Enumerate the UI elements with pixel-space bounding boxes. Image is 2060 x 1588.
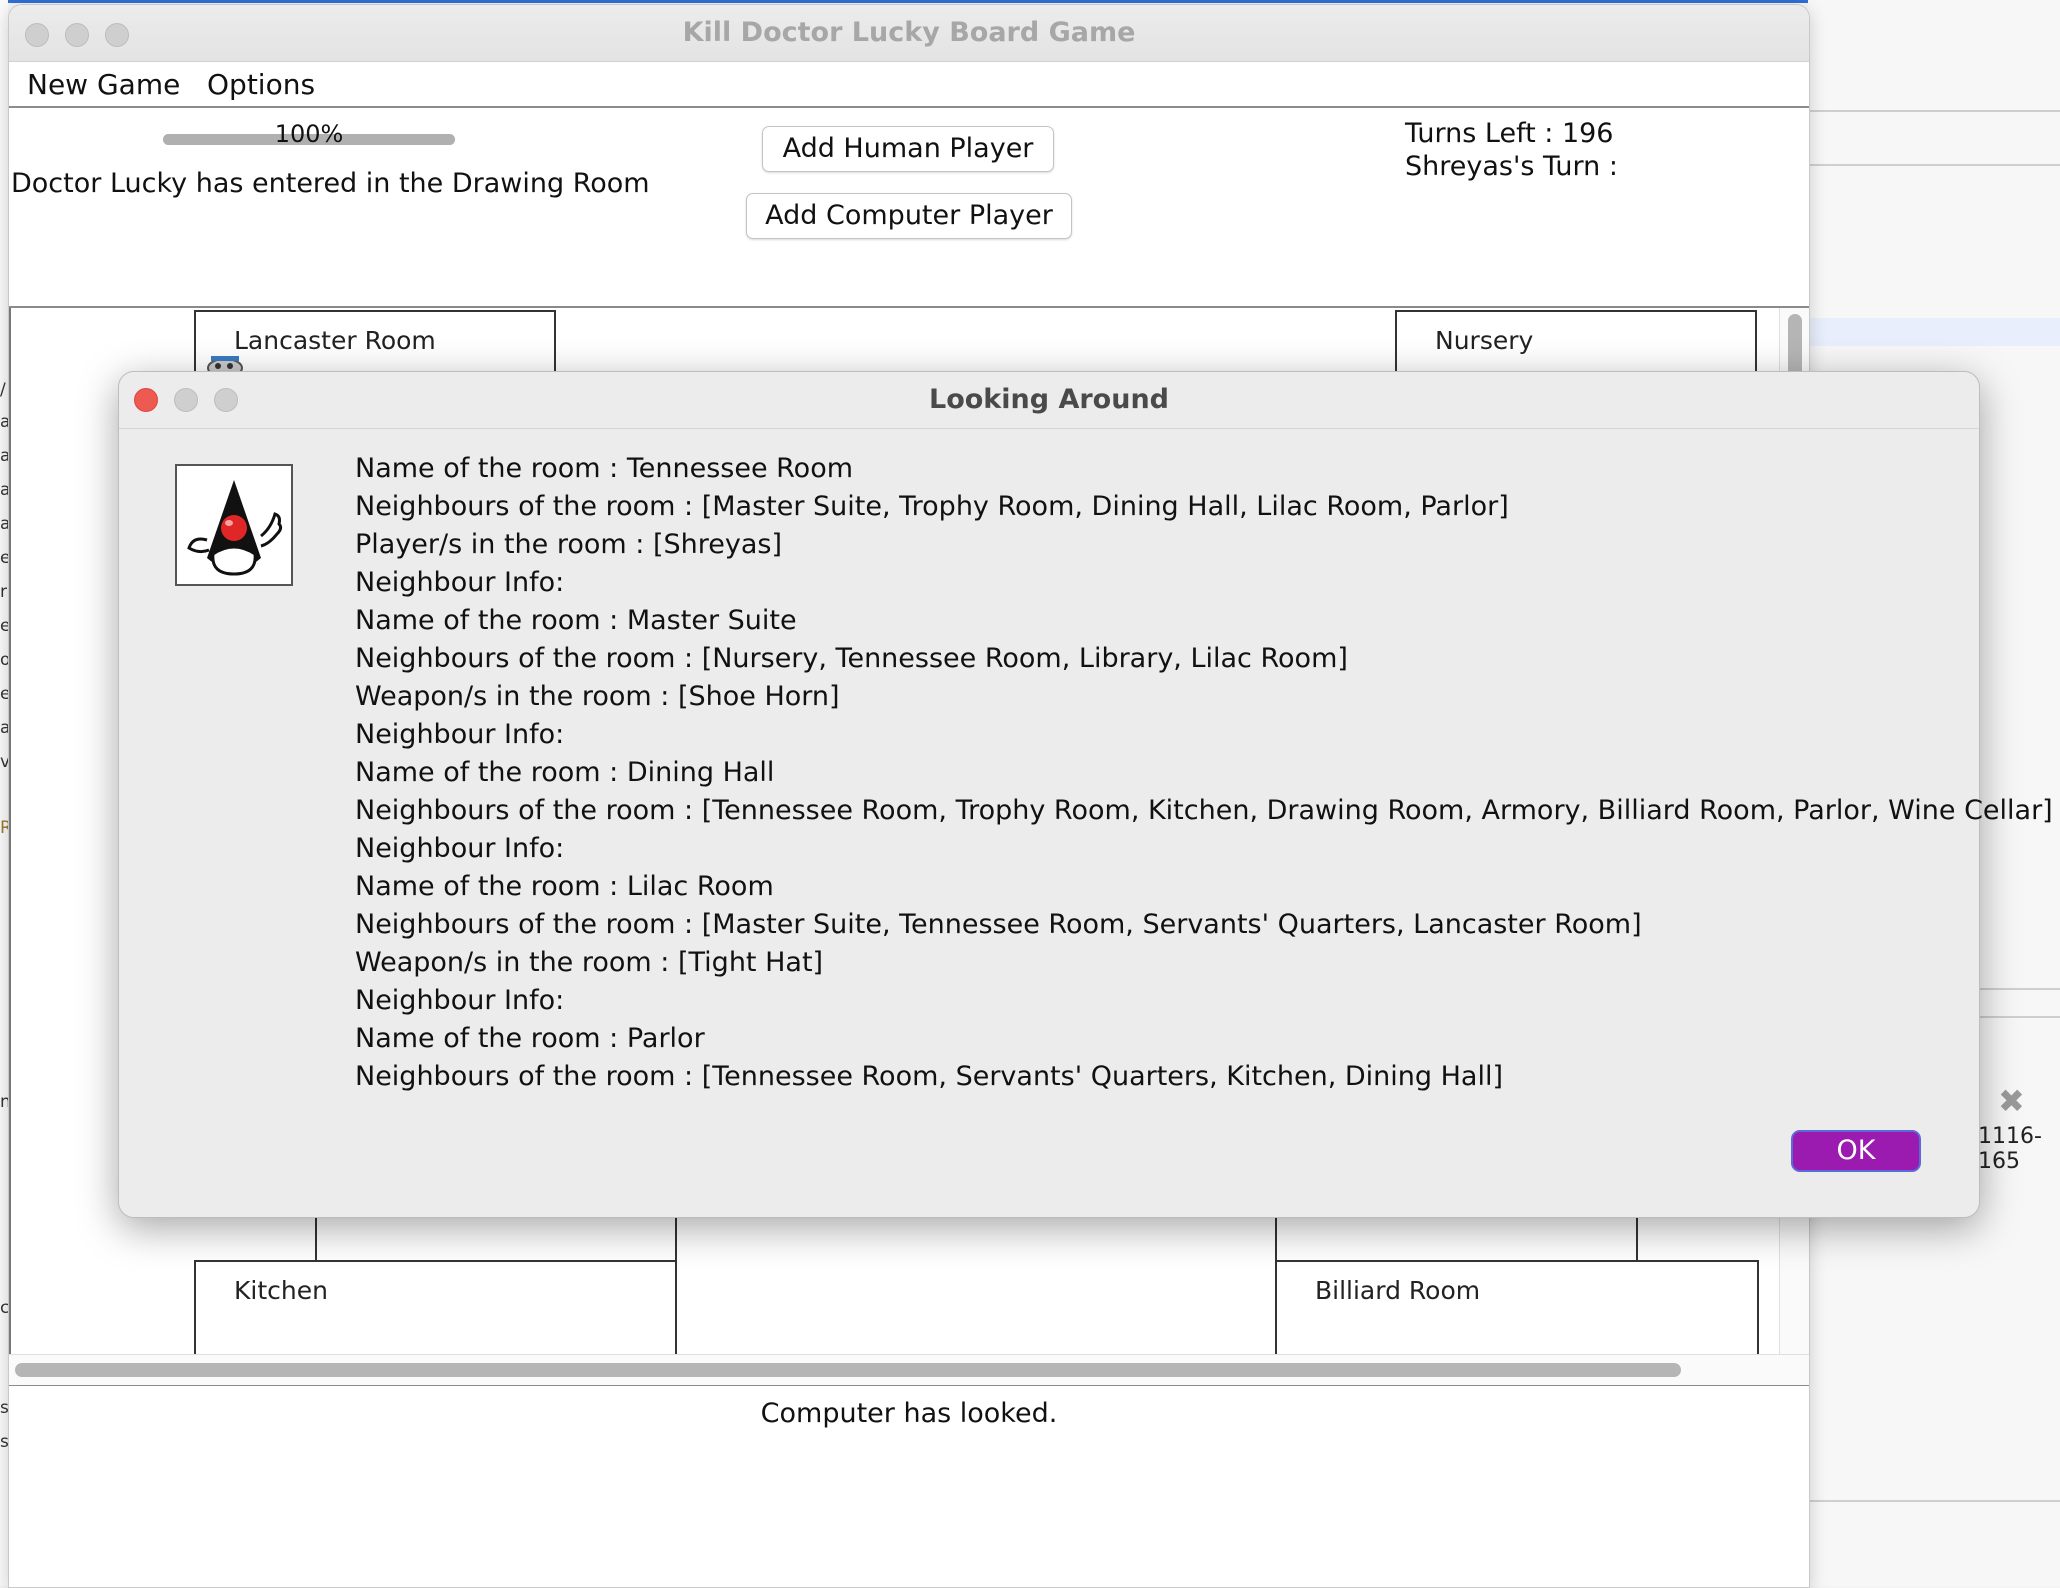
dialog-titlebar: Looking Around [119,372,1979,429]
dialog-line: Neighbour Info: [355,719,565,750]
room-label: Billiard Room [1315,1276,1481,1305]
dialog-line: Name of the room : Dining Hall [355,757,775,788]
java-duke-icon [175,464,293,586]
dialog-line: Name of the room : Lilac Room [355,871,774,902]
window-title: Kill Doctor Lucky Board Game [682,17,1136,48]
dialog-line: Neighbour Info: [355,833,565,864]
dialog-line: Weapon/s in the room : [Tight Hat] [355,947,824,978]
dialog-line: Neighbour Info: [355,567,565,598]
desktop-accent-bar [0,0,2060,3]
background-partial-text: 1116-165 [1978,1124,2042,1174]
menu-options[interactable]: Options [207,68,315,101]
dialog-line: Weapon/s in the room : [Shoe Horn] [355,681,840,712]
menu-new-game[interactable]: New Game [27,68,180,101]
dialog-line: Neighbour Info: [355,985,565,1016]
dialog-title: Looking Around [929,384,1169,415]
horizontal-scroll-thumb[interactable] [15,1363,1681,1377]
add-human-player-button[interactable]: Add Human Player [762,126,1054,172]
dialog-line: Neighbours of the room : [Tennessee Room… [355,1061,1504,1092]
result-panel: Computer has looked. [9,1386,1809,1587]
background-edge-text: / [0,380,6,400]
dialog-line: Neighbours of the room : [Master Suite, … [355,909,1642,940]
room-label: Lancaster Room [234,326,436,355]
current-turn: Shreyas's Turn : [1405,151,1618,182]
dialog-line: Name of the room : Tennessee Room [355,453,854,484]
turns-left: Turns Left : 196 [1405,118,1614,149]
dialog-line: Neighbours of the room : [Master Suite, … [355,491,1509,522]
background-divider [1808,1500,2060,1502]
dialog-line: Name of the room : Master Suite [355,605,797,636]
dialog-line: Name of the room : Parlor [355,1023,705,1054]
background-divider [1808,164,2060,166]
progress-label: 100% [274,120,344,148]
background-left-edge [0,0,8,1586]
menu-bar: New Game Options [9,62,1809,108]
add-computer-player-button[interactable]: Add Computer Player [746,193,1072,239]
dialog-message: Name of the room : Tennessee Room Neighb… [355,450,2053,1096]
window-titlebar: Kill Doctor Lucky Board Game [9,5,1809,62]
looking-around-dialog: Looking Around Name of the room : Tennes… [118,371,2053,1218]
background-edge-text: r [0,582,7,602]
room-label: Nursery [1435,326,1534,355]
dialog-line: Neighbours of the room : [Tennessee Room… [355,795,2053,826]
background-selection [1808,318,2060,346]
ok-button[interactable]: OK [1791,1130,1921,1172]
room-label: Kitchen [234,1276,328,1305]
result-message: Computer has looked. [760,1398,1058,1429]
background-divider [1808,110,2060,112]
game-status-message: Doctor Lucky has entered in the Drawing … [11,168,650,199]
dialog-line: Neighbours of the room : [Nursery, Tenne… [355,643,1348,674]
board-horizontal-scrollbar[interactable] [9,1354,1809,1387]
dialog-line: Player/s in the room : [Shreyas] [355,529,782,560]
info-panel: 100% Doctor Lucky has entered in the Dra… [9,108,1809,308]
